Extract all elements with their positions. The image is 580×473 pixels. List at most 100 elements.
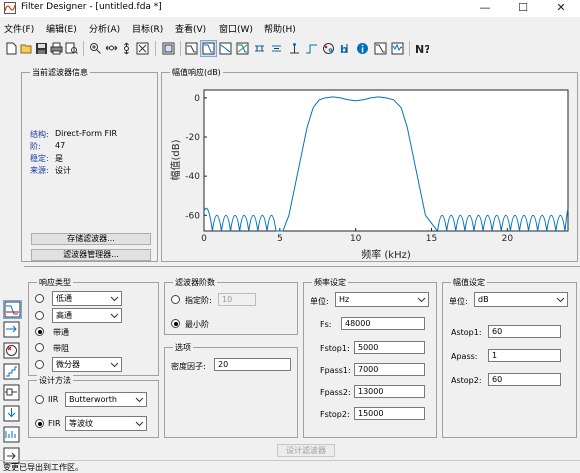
chevron-down-icon — [135, 397, 144, 403]
filter-info-icon[interactable] — [354, 40, 371, 57]
astop2-label: Astop2: — [451, 376, 482, 385]
x-tick-label: 0 — [201, 234, 207, 244]
menu-edit[interactable]: 编辑(E) — [46, 22, 77, 35]
magnitude-spec-title: 幅值设定 — [451, 277, 487, 288]
store-filter-button[interactable]: 存储滤波器... — [31, 233, 151, 245]
fstop1-input[interactable]: 5000 — [354, 341, 425, 354]
help-icon[interactable]: N? — [413, 40, 430, 57]
x-tick-label: 20 — [502, 234, 514, 244]
minimum-order-label: 最小阶 — [185, 320, 209, 329]
print-preview-icon[interactable] — [63, 40, 80, 57]
quantize-icon[interactable] — [3, 363, 22, 382]
design-filter-icon[interactable] — [3, 300, 22, 319]
import-filter-icon[interactable] — [3, 405, 22, 424]
full-view-icon[interactable] — [134, 40, 151, 57]
fir-radio[interactable] — [35, 419, 44, 428]
filter-spec-icon[interactable] — [183, 40, 200, 57]
menu-targets[interactable]: 目标(R) — [132, 22, 163, 35]
transform-filter-icon[interactable] — [3, 321, 22, 340]
impulse-response-icon[interactable] — [286, 40, 303, 57]
magnitude-estimate-icon[interactable] — [372, 40, 389, 57]
order-value: 47 — [55, 141, 66, 150]
frequency-spec-panel: 频率设定 单位: Hz Fs: 48000 Fstop1: 5000 Fpass… — [303, 277, 437, 438]
menu-view[interactable]: 查看(V) — [175, 22, 206, 35]
x-tick-label: 10 — [350, 234, 362, 244]
multirate-icon[interactable] — [3, 426, 22, 445]
fs-input[interactable]: 48000 — [341, 317, 425, 330]
options-title: 选项 — [173, 342, 193, 353]
highpass-select[interactable]: 高通 — [52, 308, 122, 323]
fpass2-input[interactable]: 13000 — [354, 385, 425, 398]
x-axis-label: 频率 (kHz) — [361, 248, 411, 260]
iir-method-select[interactable]: Butterworth — [65, 392, 147, 407]
menu-window[interactable]: 窗口(W) — [219, 22, 253, 35]
bandstop-radio[interactable] — [35, 343, 44, 352]
lowpass-radio[interactable] — [35, 294, 44, 303]
specify-order-radio[interactable] — [171, 295, 180, 304]
fpass1-label: Fpass1: — [320, 366, 351, 375]
mag-unit-label: 单位: — [449, 297, 468, 306]
fpass1-input[interactable]: 7000 — [354, 363, 425, 376]
chart-svg: 0 5 10 15 20 0 -20 -40 -60 频率 (kHz) 幅值(dB) — [169, 89, 569, 261]
astop2-input[interactable]: 60 — [488, 373, 561, 386]
filter-order-panel: 滤波器阶数 指定阶: 10 最小阶 — [164, 277, 298, 335]
density-factor-input[interactable]: 20 — [214, 358, 291, 371]
pole-zero-editor-icon[interactable] — [3, 342, 22, 361]
fir-method-select[interactable]: 等波纹 — [65, 416, 147, 431]
chevron-down-icon — [110, 296, 119, 302]
differentiator-radio[interactable] — [35, 360, 44, 369]
design-method-title: 设计方法 — [37, 375, 73, 386]
options-panel: 选项 密度因子: 20 — [164, 342, 298, 438]
fir-label: FIR — [48, 419, 61, 428]
y-tick-label: 0 — [194, 94, 200, 104]
step-response-icon[interactable] — [303, 40, 320, 57]
menu-file[interactable]: 文件(F) — [4, 22, 34, 35]
design-filter-button[interactable]: 设计滤波器 — [277, 444, 335, 457]
fir-method-value: 等波纹 — [69, 419, 93, 428]
fstop2-input[interactable]: 15000 — [354, 407, 425, 420]
fs-label: Fs: — [320, 320, 332, 329]
filter-coefficients-icon[interactable]: b — [337, 40, 354, 57]
zoom-in-icon[interactable] — [87, 40, 104, 57]
y-tick-label: -20 — [185, 133, 200, 143]
phase-response-icon[interactable] — [217, 40, 234, 57]
menu-analysis[interactable]: 分析(A) — [89, 22, 120, 35]
magnitude-phase-icon[interactable] — [234, 40, 251, 57]
differentiator-select[interactable]: 微分器 — [52, 357, 122, 372]
toolbar-separator — [180, 41, 181, 56]
apass-input[interactable]: 1 — [488, 349, 561, 362]
magnitude-response-chart[interactable]: 0 5 10 15 20 0 -20 -40 -60 频率 (kHz) 幅值(dB) — [162, 80, 576, 261]
title-bar: Filter Designer - [untitled.fda *] — ☐ ✕ — [0, 0, 580, 17]
phase-delay-icon[interactable] — [268, 40, 285, 57]
zoom-y-icon[interactable] — [118, 40, 135, 57]
round-off-noise-icon[interactable] — [389, 40, 406, 57]
y-tick-label: -60 — [185, 211, 200, 221]
astop1-input[interactable]: 60 — [488, 325, 561, 338]
minimum-order-radio[interactable] — [171, 319, 180, 328]
differentiator-label: 微分器 — [56, 360, 80, 369]
menu-help[interactable]: 帮助(H) — [264, 22, 296, 35]
mag-unit-select[interactable]: dB — [474, 292, 568, 307]
group-delay-icon[interactable] — [251, 40, 268, 57]
realize-model-icon[interactable] — [3, 384, 22, 403]
freq-unit-select[interactable]: Hz — [335, 292, 429, 307]
magnitude-response-icon[interactable] — [200, 40, 217, 57]
toolbar-separator — [409, 41, 410, 56]
filter-manager-button[interactable]: 滤波器管理器... — [31, 249, 151, 261]
status-bar: 变更已导出到工作区。 — [0, 460, 580, 472]
bandpass-radio[interactable] — [35, 327, 44, 336]
density-factor-label: 密度因子: — [171, 362, 206, 371]
close-button[interactable]: ✕ — [542, 0, 580, 17]
full-view-analysis-icon[interactable] — [160, 40, 177, 57]
status-text: 变更已导出到工作区。 — [3, 463, 83, 472]
minimize-button[interactable]: — — [466, 0, 504, 17]
chevron-down-icon — [110, 362, 119, 368]
iir-radio[interactable] — [35, 395, 44, 404]
maximize-button[interactable]: ☐ — [504, 0, 542, 17]
magnitude-spec-panel: 幅值设定 单位: dB Astop1: 60 Apass: 1 Astop2: … — [442, 277, 577, 438]
side-icon-strip — [0, 300, 24, 465]
lowpass-select[interactable]: 低通 — [52, 291, 122, 306]
highpass-radio[interactable] — [35, 311, 44, 320]
pole-zero-icon[interactable] — [320, 40, 337, 57]
specify-order-input[interactable]: 10 — [218, 293, 256, 306]
